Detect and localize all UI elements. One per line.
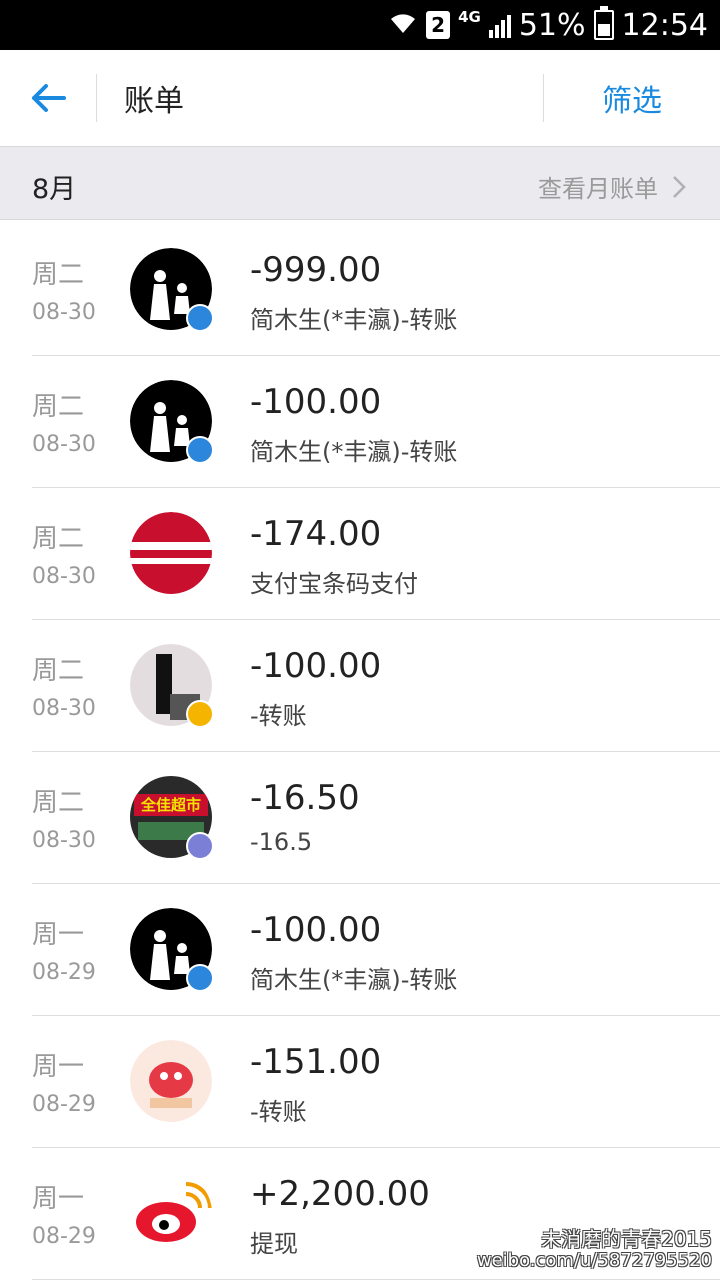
description: -转账 xyxy=(250,1098,307,1126)
watermark-name: 未消磨的青春2015 xyxy=(541,1227,712,1251)
merchant-badge-icon xyxy=(186,832,214,860)
date: 08-30 xyxy=(32,432,96,457)
amount: +2,200.00 xyxy=(250,1174,430,1214)
battery-icon xyxy=(593,6,614,40)
weekday: 周一 xyxy=(32,1052,85,1082)
signal-icon xyxy=(488,12,511,38)
network-type: 4G xyxy=(458,8,481,26)
transaction-row[interactable]: 周一 08-29 -100.00 简木生(*丰瀛)-转账 xyxy=(0,884,720,1016)
amount: -151.00 xyxy=(250,1042,382,1082)
page-title: 账单 xyxy=(124,84,184,119)
cartoon-avatar xyxy=(130,1040,212,1122)
app-bar: 账单 筛选 xyxy=(0,50,720,146)
clock: 12:54 xyxy=(621,7,708,43)
wifi-icon xyxy=(388,8,418,43)
divider xyxy=(96,74,97,122)
transaction-row[interactable]: 周一 08-29 -151.00 -转账 xyxy=(0,1016,720,1148)
status-bar: 2 4G 51% 12:54 xyxy=(0,0,720,50)
battery-percent: 51% xyxy=(518,7,586,43)
transaction-row[interactable]: 周二 08-30 -174.00 支付宝条码支付 xyxy=(0,488,720,620)
amount: -174.00 xyxy=(250,514,382,554)
amount: -16.50 xyxy=(250,778,360,818)
verified-badge-icon xyxy=(186,964,214,992)
monthly-bill-link[interactable]: 查看月账单 xyxy=(538,169,686,204)
verified-badge-icon xyxy=(186,436,214,464)
amount: -100.00 xyxy=(250,646,382,686)
date: 08-29 xyxy=(32,1092,96,1117)
sim-slot-badge: 2 xyxy=(426,11,451,39)
divider xyxy=(543,74,544,122)
weekday: 周二 xyxy=(32,392,85,422)
transaction-list: 周二 08-30 -999.00 简木生(*丰瀛)-转账 周二 08-30 -1… xyxy=(0,224,720,1280)
transaction-row[interactable]: 周二 08-30 -100.00 简木生(*丰瀛)-转账 xyxy=(0,356,720,488)
weekday: 周二 xyxy=(32,788,85,818)
description: -转账 xyxy=(250,702,307,730)
month-header: 8月 查看月账单 xyxy=(0,146,720,220)
verified-badge-icon xyxy=(186,304,214,332)
month-label: 8月 xyxy=(32,174,77,205)
weibo-logo-avatar xyxy=(130,1172,212,1254)
date: 08-29 xyxy=(32,960,96,985)
back-arrow-icon[interactable] xyxy=(28,78,68,118)
transaction-row[interactable]: 周二 08-30 -100.00 -转账 xyxy=(0,620,720,752)
weekday: 周一 xyxy=(32,920,85,950)
watermark-url: weibo.com/u/5872795520 xyxy=(476,1250,712,1271)
description: 简木生(*丰瀛)-转账 xyxy=(250,438,458,466)
date: 08-30 xyxy=(32,696,96,721)
description: 支付宝条码支付 xyxy=(250,570,418,598)
star-badge-icon xyxy=(186,700,214,728)
chevron-right-icon xyxy=(673,175,686,198)
description: 提现 xyxy=(250,1230,298,1258)
weibo-watermark: 未消磨的青春2015 weibo.com/u/5872795520 xyxy=(477,1228,712,1272)
description: -16.5 xyxy=(250,828,313,856)
transaction-row[interactable]: 周二 08-30 全佳超市 -16.50 -16.5 xyxy=(0,752,720,884)
weekday: 周二 xyxy=(32,524,85,554)
monthly-bill-link-label: 查看月账单 xyxy=(538,175,658,203)
filter-button[interactable]: 筛选 xyxy=(602,76,662,120)
date: 08-30 xyxy=(32,300,96,325)
date: 08-30 xyxy=(32,828,96,853)
weekday: 周二 xyxy=(32,656,85,686)
date: 08-29 xyxy=(32,1224,96,1249)
amount: -100.00 xyxy=(250,382,382,422)
amount: -100.00 xyxy=(250,910,382,950)
amount: -999.00 xyxy=(250,250,382,290)
date: 08-30 xyxy=(32,564,96,589)
description: 简木生(*丰瀛)-转账 xyxy=(250,966,458,994)
description: 简木生(*丰瀛)-转账 xyxy=(250,306,458,334)
red-merchant-avatar xyxy=(130,512,212,594)
weekday: 周一 xyxy=(32,1184,85,1214)
transaction-row[interactable]: 周二 08-30 -999.00 简木生(*丰瀛)-转账 xyxy=(0,224,720,356)
weekday: 周二 xyxy=(32,260,85,290)
supermarket-sign: 全佳超市 xyxy=(134,794,208,816)
